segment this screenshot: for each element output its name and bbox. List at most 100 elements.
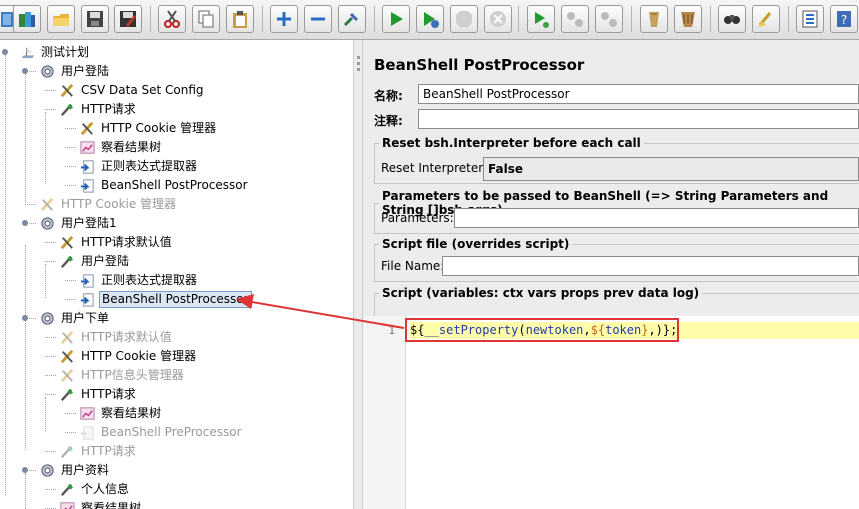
start-button[interactable] [382,5,410,33]
remote-shutdown-button[interactable] [595,5,623,33]
tree-node[interactable]: 察看结果树 [78,404,163,422]
tree-node-label: 测试计划 [41,44,90,59]
clear-all-button[interactable] [674,5,702,33]
tree-connector-line [65,280,76,281]
sampler-icon [58,100,76,118]
cut-button[interactable] [158,5,186,33]
tree-node-label: HTTP Cookie 管理器 [81,348,197,363]
start-no-pause-icon [424,12,439,28]
remote-start-icon [535,12,549,28]
tree-node[interactable]: 正则表达式提取器 [78,271,199,289]
tree-node[interactable]: 用户登陆 [38,62,111,80]
tree-node[interactable]: 正则表达式提取器 [78,157,199,175]
tree-node[interactable]: 测试计划 [18,43,91,61]
tree-expand-handle[interactable] [22,467,28,473]
tree-connector-line [45,394,56,395]
stop-button[interactable] [450,5,478,33]
collapse-button[interactable] [304,5,332,33]
tree-connector-line [45,451,56,452]
reset-interpreter-select[interactable]: False [483,157,859,181]
clear-icon [649,12,659,27]
start-icon [391,12,403,26]
function-helper-button[interactable] [796,5,824,33]
cut-icon [164,10,180,28]
tree-node[interactable]: 察看结果树 [58,499,143,509]
tree-node[interactable]: BeanShell PreProcessor [78,423,244,441]
paste-button[interactable] [226,5,254,33]
thread-group-icon [38,309,56,327]
file-name-field[interactable] [442,256,859,276]
tree-connector-line [65,413,76,414]
templates-button[interactable] [13,5,41,33]
open-icon [53,14,69,26]
tree-node[interactable]: BeanShell PostProcessor [78,176,250,194]
help-button[interactable]: ? [830,5,858,33]
save-as-icon [120,11,136,27]
tree-expand-handle[interactable] [22,220,28,226]
tree-node[interactable]: HTTP Cookie 管理器 [58,347,198,365]
expand-button[interactable] [270,5,298,33]
toolbar-separator [262,6,263,32]
toggle-button[interactable] [338,5,366,33]
parameters-field[interactable] [454,208,859,228]
tree-node[interactable]: 用户登陆 [58,252,131,270]
tree-expand-handle[interactable] [2,49,8,55]
tree-node[interactable]: HTTP请求 [58,100,138,118]
save-button[interactable] [81,5,109,33]
save-as-button[interactable] [114,5,142,33]
remote-start-button[interactable] [527,5,555,33]
clear-button[interactable] [640,5,668,33]
tree-node-label: HTTP Cookie 管理器 [101,120,217,135]
post-processor-icon [78,271,96,289]
shutdown-button[interactable] [484,5,512,33]
tree-connector-line [45,112,46,184]
open-button[interactable] [47,5,75,33]
start-no-pause-button[interactable] [416,5,444,33]
tree-connector-line [65,432,76,433]
copy-button[interactable] [192,5,220,33]
tree-node[interactable]: 用户资料 [38,461,111,479]
tree-node[interactable]: HTTP信息头管理器 [58,366,186,384]
tree-node[interactable]: 个人信息 [58,480,131,498]
tree-node[interactable]: 察看结果树 [78,138,163,156]
tree-connector-line [45,356,56,357]
tree-connector-line [65,128,76,129]
tree-node[interactable]: CSV Data Set Config [58,81,206,99]
script-editor[interactable] [406,316,859,509]
tree-node[interactable]: HTTP请求 [58,442,138,460]
test-plan-tree[interactable]: 测试计划 用户登陆 CSV Data Set Config HTTP请求 HTTP Co… [0,40,353,509]
toolbar-separator [518,6,519,32]
config-element-icon [58,233,76,251]
tree-node[interactable]: HTTP Cookie 管理器 [38,195,178,213]
reset-search-icon [758,12,772,27]
tree-node[interactable]: 用户登陆1 [38,214,119,232]
clear-all-icon [681,12,695,27]
tree-node-label: HTTP请求 [81,101,136,116]
tree-node[interactable]: HTTP请求默认值 [58,328,174,346]
tree-node-label: 用户下单 [61,310,110,325]
tree-node[interactable]: HTTP请求 [58,385,138,403]
sampler-icon [58,442,76,460]
tree-node[interactable]: BeanShell PostProcessor [78,290,252,308]
panel-title: BeanShell PostProcessor [374,56,585,74]
copy-icon [198,10,214,28]
tree-expand-handle[interactable] [22,68,28,74]
remote-stop-button[interactable] [561,5,589,33]
tree-connector-line [5,55,6,495]
remote-shutdown-icon [601,12,617,27]
search-button[interactable] [718,5,746,33]
tree-expand-handle[interactable] [22,315,28,321]
comments-field[interactable] [418,109,859,129]
tree-node[interactable]: 用户下单 [38,309,111,327]
config-element-icon [38,195,56,213]
name-field[interactable]: BeanShell PostProcessor [418,84,859,104]
config-element-icon [58,366,76,384]
split-pane-divider[interactable] [353,40,363,509]
reset-search-button[interactable] [752,5,780,33]
tree-node[interactable]: HTTP请求默认值 [58,233,174,251]
tree-node-label: HTTP Cookie 管理器 [61,196,177,211]
tree-node-label: HTTP请求 [81,443,136,458]
tree-node[interactable]: HTTP Cookie 管理器 [78,119,218,137]
toolbar-separator [710,6,711,32]
tree-connector-line [25,74,26,203]
